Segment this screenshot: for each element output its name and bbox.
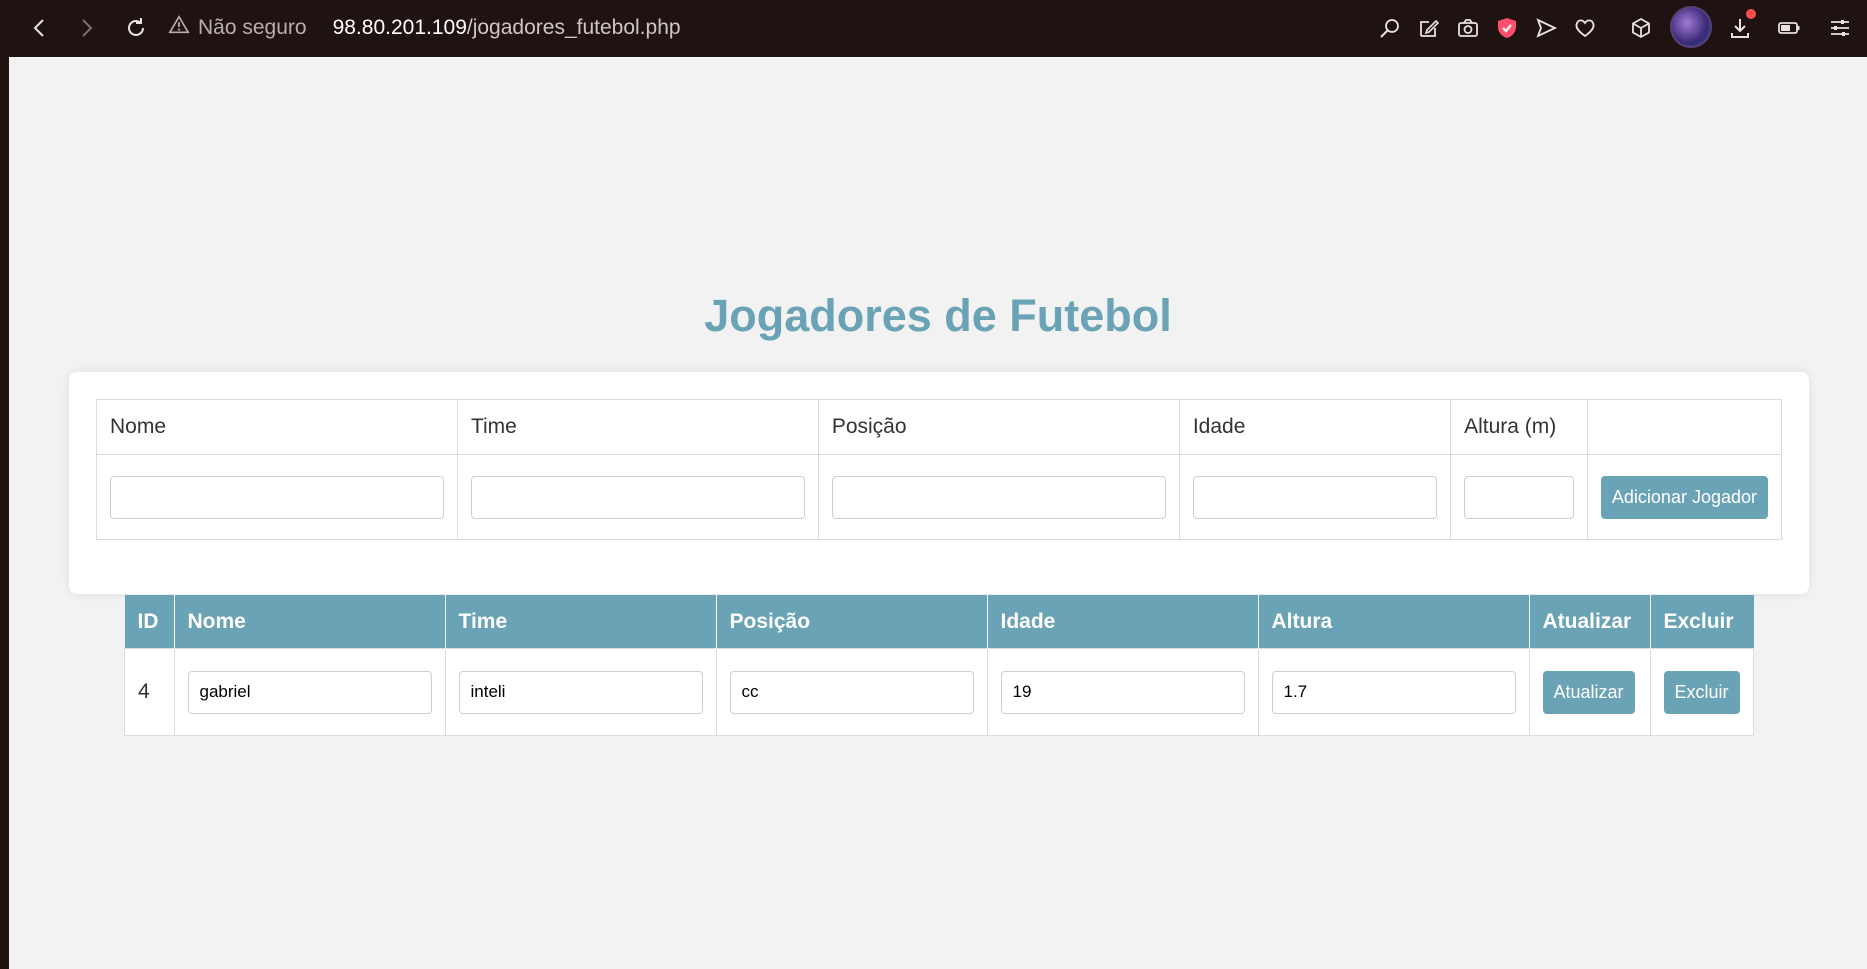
player-idade-input[interactable] <box>1000 670 1245 714</box>
column-header-idade: Idade <box>986 595 1258 649</box>
time-input[interactable] <box>470 475 805 519</box>
posicao-input[interactable] <box>831 475 1166 519</box>
search-page-icon[interactable] <box>1376 14 1404 42</box>
camera-icon[interactable] <box>1454 14 1482 42</box>
menu-sliders-icon[interactable] <box>1826 14 1854 42</box>
forward-icon[interactable] <box>68 10 104 46</box>
security-indicator[interactable]: Não seguro <box>168 14 307 42</box>
url-host: 98.80.201.109 <box>332 16 467 39</box>
heart-icon[interactable] <box>1571 14 1599 42</box>
column-header-nome: Nome <box>173 595 445 649</box>
reload-icon[interactable] <box>118 10 154 46</box>
delete-player-button[interactable]: Excluir <box>1663 670 1740 714</box>
browser-toolbar: Não seguro 98.80.201.109/jogadores_futeb… <box>0 0 1867 57</box>
nome-input[interactable] <box>110 475 444 519</box>
column-header-time: Time <box>444 595 716 649</box>
send-icon[interactable] <box>1532 14 1560 42</box>
battery-icon[interactable] <box>1775 14 1803 42</box>
security-label: Não seguro <box>198 16 307 39</box>
avatar[interactable] <box>1670 6 1712 48</box>
player-id-cell: 4 <box>124 648 175 736</box>
url-text[interactable]: 98.80.201.109/jogadores_futebol.php <box>333 16 681 40</box>
page-title: Jogadores de Futebol <box>704 290 1172 341</box>
add-player-button[interactable]: Adicionar Jogador <box>1600 475 1768 519</box>
player-altura-input[interactable] <box>1271 670 1516 714</box>
notification-dot <box>1746 9 1756 19</box>
edit-icon[interactable] <box>1415 14 1443 42</box>
column-header-altura: Altura <box>1257 595 1529 649</box>
altura-input[interactable] <box>1464 475 1574 519</box>
form-header-posicao: Posição <box>817 399 1180 455</box>
form-header-idade: Idade <box>1178 399 1452 455</box>
update-player-button[interactable]: Atualizar <box>1542 670 1635 714</box>
warning-icon <box>168 14 190 42</box>
player-nome-input[interactable] <box>187 670 432 714</box>
add-player-form-card: Nome Time Posição Idade Altura (m) Adici… <box>69 372 1809 594</box>
column-header-id: ID <box>124 595 174 649</box>
column-header-excluir: Excluir <box>1649 595 1754 649</box>
idade-input[interactable] <box>1192 475 1438 519</box>
player-posicao-input[interactable] <box>729 670 974 714</box>
extensions-cube-icon[interactable] <box>1627 14 1655 42</box>
table-row: 4 Atualizar Excluir <box>124 648 1754 736</box>
form-header-nome: Nome <box>96 399 458 455</box>
column-header-posicao: Posição <box>715 595 987 649</box>
add-player-form-table: Nome Time Posição Idade Altura (m) Adici… <box>96 399 1783 540</box>
form-header-altura: Altura (m) <box>1450 399 1588 455</box>
form-header-action <box>1586 399 1783 455</box>
players-table: ID Nome Time Posição Idade Altura Atuali… <box>124 595 1754 736</box>
url-path: /jogadores_futebol.php <box>466 16 681 39</box>
shield-icon[interactable] <box>1493 14 1521 42</box>
form-header-time: Time <box>456 399 819 455</box>
address-bar[interactable]: Não seguro 98.80.201.109/jogadores_futeb… <box>168 6 1378 50</box>
window-edge <box>0 57 9 969</box>
column-header-atualizar: Atualizar <box>1528 595 1650 649</box>
player-time-input[interactable] <box>458 670 703 714</box>
back-icon[interactable] <box>22 10 58 46</box>
